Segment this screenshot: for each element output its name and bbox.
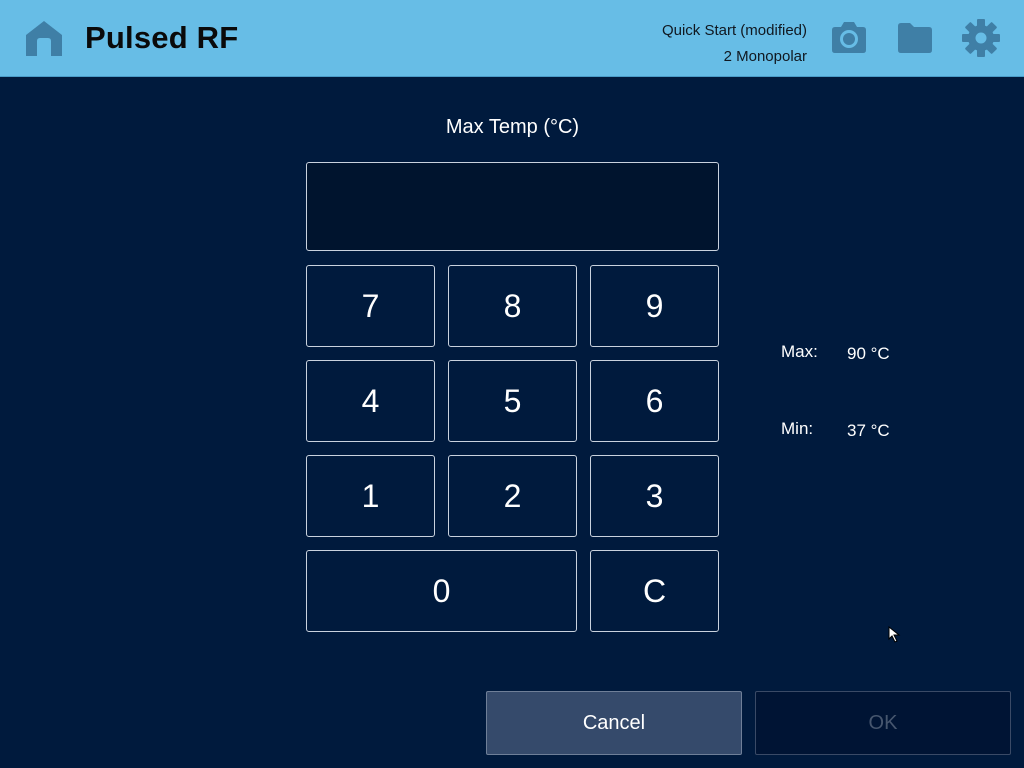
header-bar: Pulsed RF Quick Start (modified) 2 Monop… (0, 0, 1024, 77)
key-9[interactable]: 9 (590, 265, 719, 347)
key-2[interactable]: 2 (448, 455, 577, 537)
home-button[interactable] (24, 18, 64, 58)
settings-button[interactable] (961, 18, 1001, 58)
cancel-button[interactable]: Cancel (486, 691, 742, 755)
session-info: Quick Start (modified) 2 Monopolar (662, 18, 807, 70)
app-title: Pulsed RF (85, 20, 239, 55)
settings-gear-icon (962, 19, 1000, 57)
min-limit-label: Min: (781, 419, 814, 438)
key-8[interactable]: 8 (448, 265, 577, 347)
max-limit-label: Max: (781, 342, 818, 361)
folder-icon (898, 23, 932, 53)
folder-button[interactable] (895, 18, 935, 58)
key-3[interactable]: 3 (590, 455, 719, 537)
min-limit-value: 37 °C (847, 421, 890, 440)
ok-button[interactable]: OK (755, 691, 1011, 755)
key-6[interactable]: 6 (590, 360, 719, 442)
value-entry-field[interactable] (306, 162, 719, 251)
camera-icon (832, 22, 866, 53)
clear-key[interactable]: C (590, 550, 719, 632)
session-mode: 2 Monopolar (723, 48, 807, 65)
key-4[interactable]: 4 (306, 360, 435, 442)
max-limit-value: 90 °C (847, 344, 890, 363)
session-name: Quick Start (modified) (661, 22, 807, 39)
mouse-pointer-icon (888, 626, 901, 643)
field-label: Max Temp (°C) (445, 116, 580, 138)
key-0[interactable]: 0 (306, 550, 577, 632)
camera-button[interactable] (829, 18, 869, 58)
key-7[interactable]: 7 (306, 265, 435, 347)
key-1[interactable]: 1 (306, 455, 435, 537)
key-5[interactable]: 5 (448, 360, 577, 442)
home-icon (26, 21, 62, 56)
